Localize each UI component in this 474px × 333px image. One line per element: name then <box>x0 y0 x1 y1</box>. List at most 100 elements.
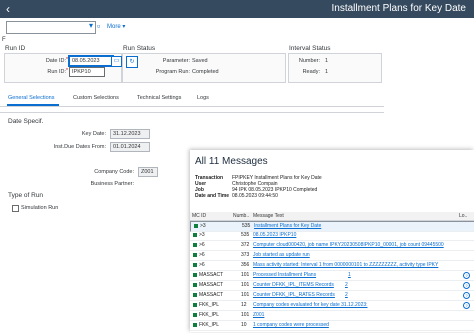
number-cell: 535 <box>241 232 250 238</box>
run-id-input[interactable]: IPKP10 <box>69 67 105 77</box>
toolbar: ▾ ▫ More ▾ <box>0 18 474 36</box>
message-text-link[interactable]: Z001 <box>253 312 264 318</box>
mc-id-cell: MASSACT <box>199 292 224 298</box>
mc-id-cell: >3 <box>199 232 205 238</box>
message-count[interactable]: 2 <box>345 292 348 298</box>
value-help-icon[interactable]: ▭ <box>111 56 122 67</box>
company-code-label: Company Code: <box>94 169 134 175</box>
table-row[interactable]: >6 373 Job started as update run <box>190 251 474 261</box>
refresh-icon[interactable]: ↻ <box>126 56 138 68</box>
message-text-link[interactable]: Counter DFKK_IPL_ITEMS Records <box>253 282 334 288</box>
number-cell: 12 <box>241 302 247 308</box>
message-text-link[interactable]: 1 company codes were processed <box>253 322 329 328</box>
success-status-icon <box>193 233 197 237</box>
mc-id-cell: >6 <box>199 252 205 258</box>
message-text-link[interactable]: 08.05.2023 IPKP10 <box>253 232 296 238</box>
type-of-run-heading: Type of Run <box>8 192 44 199</box>
message-text-link[interactable]: Job started as update run <box>253 252 310 258</box>
table-row[interactable]: FKK_IPL 10 1 company codes were processed <box>190 321 474 331</box>
messages-table: MC ID Numb.. Message Text Lo.. >3 535 Inst… <box>190 212 474 332</box>
number-cell: 101 <box>241 272 250 278</box>
mc-id-cell: FKK_IPL <box>199 322 220 328</box>
column-message-text[interactable]: Message Text <box>253 213 284 219</box>
date-specif-heading: Date Specif. <box>8 118 44 125</box>
success-status-icon <box>193 283 197 287</box>
active-tab-indicator <box>7 104 59 106</box>
save-icon[interactable]: ▫ <box>97 21 100 31</box>
messages-table-header: MC ID Numb.. Message Text Lo.. <box>190 212 474 221</box>
interval-status-heading: Interval Status <box>289 45 331 52</box>
table-row[interactable]: MASSACT 101 Counter DFKK_IPL_ITEMS Records… <box>190 281 474 291</box>
variant-select[interactable]: ▾ <box>6 21 96 34</box>
table-row[interactable]: FKK_IPL 12 Company codes evaluated for key… <box>190 301 474 311</box>
column-mc-id[interactable]: MC ID <box>192 213 206 219</box>
parameter-value: Saved <box>192 58 208 64</box>
mc-id-cell: MASSACT <box>199 272 224 278</box>
message-text-link[interactable]: Counter DFKK_IPL_RATES Records <box>253 292 335 298</box>
message-text-link[interactable]: Processed Installment Plans <box>253 272 316 278</box>
company-code-input[interactable]: Z001 <box>138 167 158 177</box>
success-status-icon <box>193 323 197 327</box>
mc-id-cell: >6 <box>199 262 205 268</box>
key-date-input[interactable]: 31.12.2023 <box>110 129 150 139</box>
business-partner-label: Business Partner: <box>90 181 134 187</box>
number-cell: 101 <box>241 282 250 288</box>
tab-technical-settings[interactable]: Technical Settings <box>137 95 181 101</box>
more-label: More <box>107 24 121 30</box>
mc-id-cell: FKK_IPL <box>199 312 220 318</box>
mc-id-cell: FKK_IPL <box>199 302 220 308</box>
date-id-input[interactable]: 08.05.2023 <box>68 55 114 67</box>
message-text-link[interactable]: Mass activity started: Interval 1 from 0… <box>253 262 438 268</box>
simulation-run-checkbox[interactable] <box>12 205 19 212</box>
required-star: * <box>66 68 68 74</box>
table-row[interactable]: >6 372 Computer cloud000420, job name IPKY… <box>190 241 474 251</box>
table-row[interactable]: MASSACT 101 Counter DFKK_IPL_RATES Records… <box>190 291 474 301</box>
table-row[interactable]: MASSACT 101 Processed Installment Plans 1? <box>190 271 474 281</box>
info-value-date-time: 08.05.2023 09:44:50 <box>232 193 278 199</box>
number-cell: 373 <box>241 252 250 258</box>
info-label-date-time: Date and Time <box>195 193 230 199</box>
ready-label: Ready: <box>302 69 320 75</box>
table-row[interactable]: >3 535 08.05.2023 IPKP10 <box>190 231 474 241</box>
mc-id-cell: >6 <box>199 242 205 248</box>
inst-due-input[interactable]: 01.01.2024 <box>110 142 150 152</box>
inst-due-label: Inst.Due Dates From: <box>53 144 106 150</box>
ready-value: 1 <box>325 69 329 75</box>
mc-id-cell: MASSACT <box>199 282 224 288</box>
help-icon[interactable]: ? <box>463 272 470 279</box>
simulation-run-label: Simulation Run <box>21 205 59 211</box>
chevron-down-icon: ▾ <box>88 21 93 30</box>
message-text-link[interactable]: Installment Plans for Key Date <box>254 223 321 229</box>
help-icon[interactable]: ? <box>463 282 470 289</box>
table-row[interactable]: >6 356 Mass activity started: Interval 1 f… <box>190 261 474 271</box>
shell-header: ‹ Installment Plans for Key Date <box>0 0 474 18</box>
run-id-label: Run ID: <box>47 69 66 75</box>
back-icon[interactable]: ‹ <box>6 2 10 16</box>
tab-general-selections[interactable]: General Selections <box>8 95 54 101</box>
number-cell: 10 <box>241 322 247 328</box>
tab-logs[interactable]: Logs <box>197 95 209 101</box>
parameter-label: Parameter: <box>162 58 190 64</box>
column-number[interactable]: Numb.. <box>233 213 249 219</box>
number-cell: 356 <box>241 262 250 268</box>
message-text-link[interactable]: Company codes evaluated for key date 31.… <box>253 302 368 308</box>
success-status-icon <box>193 273 197 277</box>
table-row[interactable]: FKK_IPL 101 Z001 <box>190 311 474 321</box>
tab-custom-selections[interactable]: Custom Selections <box>73 95 119 101</box>
program-run-label: Program Run: <box>155 69 190 75</box>
column-long-text[interactable]: Lo.. <box>459 213 467 219</box>
key-date-label: Key Date: <box>81 131 106 137</box>
mc-id-cell: >3 <box>200 223 206 229</box>
message-count[interactable]: 2 <box>345 282 348 288</box>
number-label: Number: <box>298 58 320 64</box>
program-run-value: Completed <box>192 69 219 75</box>
number-cell: 101 <box>241 312 250 318</box>
help-icon[interactable]: ? <box>463 292 470 299</box>
more-button[interactable]: More ▾ <box>107 23 125 30</box>
help-icon[interactable]: ? <box>463 302 470 309</box>
number-value: 1 <box>325 58 329 64</box>
message-count[interactable]: 1 <box>348 272 351 278</box>
required-star: * <box>66 57 68 63</box>
message-text-link[interactable]: Computer cloud000420, job name IPKY20230… <box>253 242 444 248</box>
success-status-icon <box>193 263 197 267</box>
